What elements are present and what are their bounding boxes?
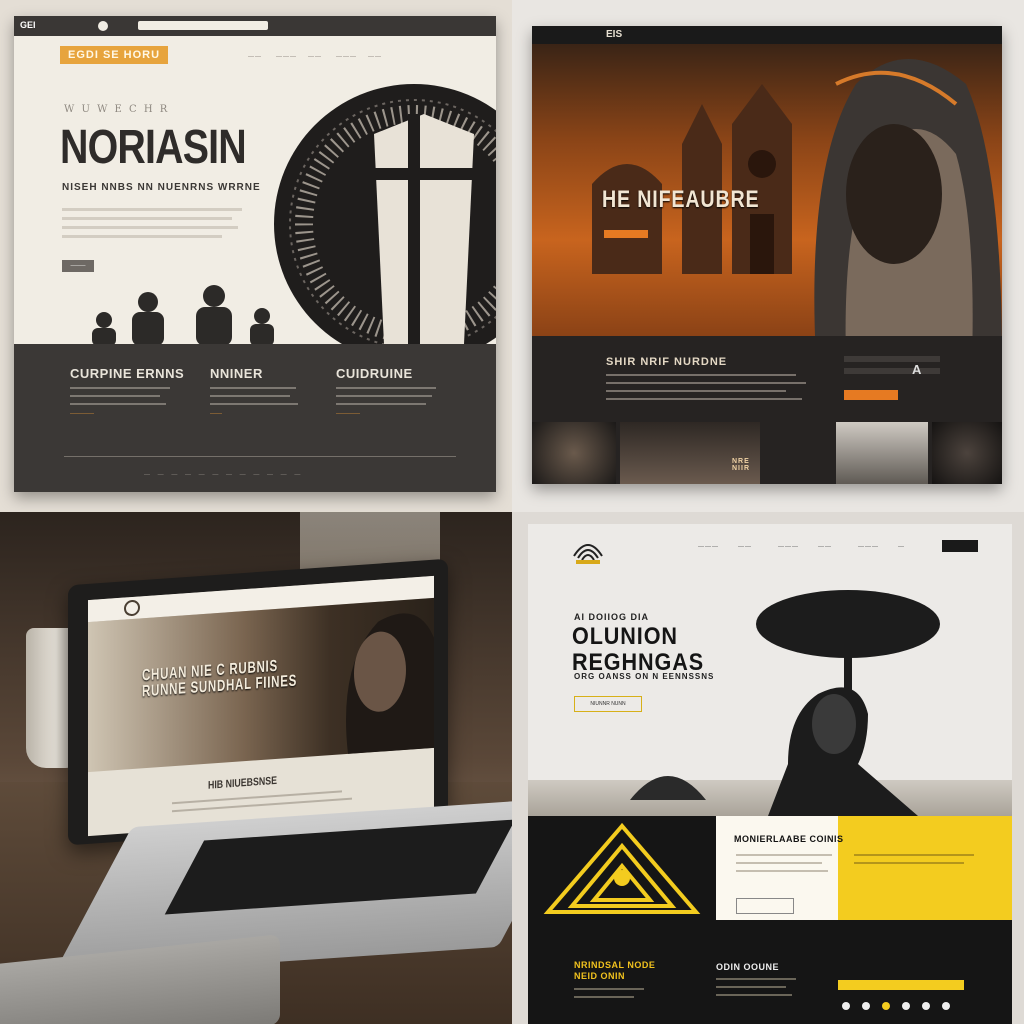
- hero-title-line: OLUNION: [572, 623, 678, 650]
- body-line: [854, 854, 974, 856]
- section-title: SHIR NRIF NURDNE: [606, 356, 728, 368]
- body-line: [736, 870, 828, 872]
- read-more-link[interactable]: ————: [70, 411, 184, 417]
- hero-button[interactable]: NIUNNR NUNN: [574, 696, 642, 712]
- social-icon[interactable]: [882, 1002, 890, 1010]
- body-line: [854, 862, 964, 864]
- nav-item[interactable]: ———: [778, 544, 799, 550]
- body-line: [606, 390, 786, 392]
- browser-button-icon[interactable]: [98, 21, 108, 31]
- hero-button[interactable]: ———: [62, 260, 94, 272]
- submit-button[interactable]: [844, 390, 898, 400]
- feature-column: CUIDRUINE ————: [336, 366, 436, 417]
- body-line: [736, 862, 822, 864]
- panel-1-church-site: GEI EGDI SE HORU —— ——— —— ——— —— W U W …: [0, 0, 512, 512]
- hero-subtitle: ORG OANSS ON N EENNSSNS: [574, 672, 715, 681]
- hero-kicker: AI DOIIOG DIA: [574, 612, 650, 622]
- hero-button[interactable]: [604, 230, 648, 238]
- newsletter-input[interactable]: [838, 980, 964, 990]
- nav-item[interactable]: —: [898, 544, 905, 550]
- hero-title: OLUNION REGHNGAS: [572, 624, 704, 676]
- feature-title: CUIDRUINE: [336, 366, 413, 381]
- nav-item[interactable]: ——: [368, 54, 382, 60]
- feature-title: CURPINE ERNNS: [70, 366, 185, 381]
- gallery-thumb[interactable]: [532, 422, 616, 484]
- feature-title: NNINER: [210, 366, 263, 381]
- footer-line: [716, 978, 796, 980]
- cross-sunburst-icon: [274, 84, 496, 364]
- gallery-thumb[interactable]: [620, 422, 760, 484]
- hero-title: HE NIFEAUBRE: [602, 186, 760, 213]
- browser-toolbar: GEI: [14, 16, 496, 36]
- footer-line: [716, 986, 786, 988]
- body-line: [606, 382, 806, 384]
- panel-4-savanna-site: ——— —— ——— —— ——— — AI DOIIOG DIA OLUNIO…: [512, 512, 1024, 1024]
- emblem-icon[interactable]: [122, 598, 142, 617]
- body-line: [736, 854, 832, 856]
- nav-item[interactable]: ——: [738, 544, 752, 550]
- social-icon[interactable]: [842, 1002, 850, 1010]
- footer-text: — — — — — — — — — — — —: [144, 472, 304, 478]
- laptop-screen: CHUAN NIE C RUBNIS RUNNE SUNDHAL FIINES …: [88, 575, 434, 837]
- dome-building-icon: [630, 776, 706, 800]
- gallery-thumb[interactable]: [836, 422, 928, 484]
- people-silhouette-icon: [92, 285, 274, 346]
- nav-item[interactable]: ———: [698, 544, 719, 550]
- social-icon[interactable]: [862, 1002, 870, 1010]
- feature-column: CURPINE ERNNS ————: [70, 366, 184, 417]
- footer-line: [574, 988, 644, 990]
- nav-item[interactable]: ———: [858, 544, 879, 550]
- hero-subtitle: NISEH NNBS NN NUENRNS WRRNE: [62, 182, 261, 193]
- form-marker: A: [912, 362, 922, 377]
- signup-form: [844, 350, 940, 380]
- panel-3-laptop-photo: CHUAN NIE C RUBNIS RUNNE SUNDHAL FIINES …: [0, 512, 512, 1024]
- form-field[interactable]: [844, 356, 940, 362]
- nav-item[interactable]: ——: [818, 544, 832, 550]
- section-title: HIB NIUEBSNSE: [208, 774, 277, 792]
- body-line: [606, 374, 796, 376]
- browser-label: GEI: [20, 20, 36, 30]
- tree-head-silhouette-icon: [756, 590, 940, 816]
- social-icon[interactable]: [922, 1002, 930, 1010]
- social-icon[interactable]: [902, 1002, 910, 1010]
- read-more-link[interactable]: ——: [210, 411, 298, 417]
- site-logo[interactable]: EGDI SE HORU: [60, 46, 169, 64]
- nav-item[interactable]: ———: [276, 54, 297, 60]
- hero-body-text: [62, 202, 242, 244]
- browser-window: GEI EGDI SE HORU —— ——— —— ——— —— W U W …: [14, 16, 496, 492]
- body-line: [606, 398, 802, 400]
- read-more-link[interactable]: ————: [336, 411, 436, 417]
- footer-heading: NRINDSAL NODE NEID ONIN: [574, 960, 656, 981]
- footer-line: [716, 994, 792, 996]
- hero-title: NORIASIN: [60, 121, 247, 174]
- man-portrait-icon: [346, 613, 434, 754]
- browser-window: ——— —— ——— —— ——— — AI DOIIOG DIA OLUNIO…: [528, 524, 1012, 1024]
- body-line: [172, 790, 342, 805]
- form-field[interactable]: [844, 368, 940, 374]
- footer-divider: [64, 456, 456, 457]
- card-title: MONIERLAABE COINIS: [734, 834, 844, 844]
- woman-portrait-icon: [814, 59, 1002, 360]
- social-icon[interactable]: [942, 1002, 950, 1010]
- nav-item[interactable]: ——: [308, 54, 322, 60]
- hero-kicker: W U W E C H R: [64, 104, 170, 115]
- card-button[interactable]: [736, 898, 794, 914]
- site-logo[interactable]: EIS: [606, 29, 622, 40]
- footer-heading: ODIN OOUNE: [716, 962, 780, 972]
- gallery-thumb[interactable]: [932, 422, 1002, 484]
- nav-item[interactable]: ——: [248, 54, 262, 60]
- feature-column: NNINER ——: [210, 366, 298, 417]
- nav-cta-button[interactable]: [942, 540, 978, 552]
- nav-item[interactable]: ———: [336, 54, 357, 60]
- browser-window: EIS HE NIFEAUBRE SHIR NRIF NURDNE A NRE …: [532, 26, 1002, 484]
- address-bar[interactable]: [138, 21, 268, 30]
- panel-2-heritage-site: EIS HE NIFEAUBRE SHIR NRIF NURDNE A NRE …: [512, 0, 1024, 512]
- footer-line: [574, 996, 634, 998]
- gallery-tag: NRE NIIR: [732, 458, 750, 472]
- top-nav: EIS: [532, 26, 1002, 44]
- emblem-icon[interactable]: [570, 532, 606, 568]
- tribal-pattern-icon: [528, 816, 716, 920]
